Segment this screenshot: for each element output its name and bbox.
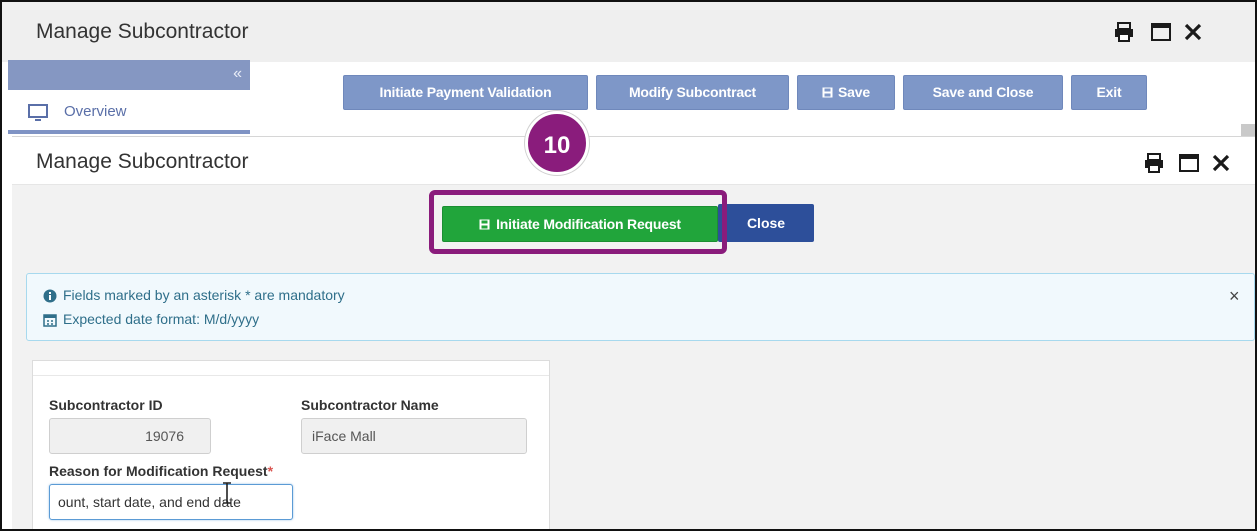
save-and-close-button[interactable]: Save and Close [903, 75, 1063, 110]
reason-label: Reason for Modification Request* [49, 463, 273, 479]
monitor-icon [28, 104, 48, 127]
close-icon[interactable] [1184, 23, 1202, 41]
exit-button[interactable]: Exit [1071, 75, 1147, 110]
save-label: Save [838, 84, 870, 100]
subcontractor-form-card: Subcontractor ID 19076 Subcontractor Nam… [32, 360, 550, 529]
modal-body: Initiate Modification Request Close Fiel… [12, 185, 1255, 529]
subcontractor-id-field: 19076 [49, 418, 211, 454]
dismiss-alert-icon[interactable]: × [1229, 286, 1240, 307]
step-number-badge: 10 [525, 111, 589, 175]
card-divider [33, 375, 549, 376]
save-icon [822, 77, 833, 110]
screenshot-frame: Manage Subcontractor « Overview Initiate… [0, 0, 1257, 531]
background-window-title: Manage Subcontractor [36, 20, 249, 43]
subcontractor-name-label: Subcontractor Name [301, 397, 439, 413]
manage-subcontractor-modal: Manage Subcontractor Initiate Modificati… [12, 136, 1255, 529]
close-button[interactable]: Close [718, 204, 814, 242]
save-button[interactable]: Save [797, 75, 895, 110]
step-highlight-box [429, 190, 727, 254]
info-alert: Fields marked by an asterisk * are manda… [26, 273, 1255, 341]
date-format-note: Expected date format: M/d/yyyy [43, 311, 643, 329]
reason-label-text: Reason for Modification Request [49, 463, 268, 479]
modify-subcontract-button[interactable]: Modify Subcontract [596, 75, 789, 110]
initiate-payment-validation-button[interactable]: Initiate Payment Validation [343, 75, 588, 110]
info-circle-icon [43, 287, 57, 306]
maximize-icon[interactable] [1151, 23, 1171, 41]
close-icon[interactable] [1212, 154, 1230, 172]
mandatory-fields-note: Fields marked by an asterisk * are manda… [43, 287, 643, 305]
print-icon[interactable] [1144, 153, 1164, 173]
double-chevron-left-icon: « [233, 65, 242, 82]
sidebar-collapse-toggle[interactable]: « [8, 60, 250, 90]
sidebar-item-overview[interactable]: Overview [8, 90, 250, 134]
print-icon[interactable] [1114, 22, 1134, 42]
sidebar-item-label: Overview [64, 103, 127, 120]
subcontractor-id-label: Subcontractor ID [49, 397, 163, 413]
text-cursor-icon [222, 482, 232, 504]
modal-title: Manage Subcontractor [36, 150, 249, 173]
modal-header: Manage Subcontractor [12, 137, 1255, 185]
subcontractor-name-field: iFace Mall [301, 418, 527, 454]
background-window-header: Manage Subcontractor [2, 2, 1255, 62]
calendar-icon [43, 311, 57, 330]
reason-for-modification-input[interactable]: ount, start date, and end date [49, 484, 293, 520]
maximize-icon[interactable] [1179, 154, 1199, 172]
required-asterisk: * [267, 463, 274, 479]
